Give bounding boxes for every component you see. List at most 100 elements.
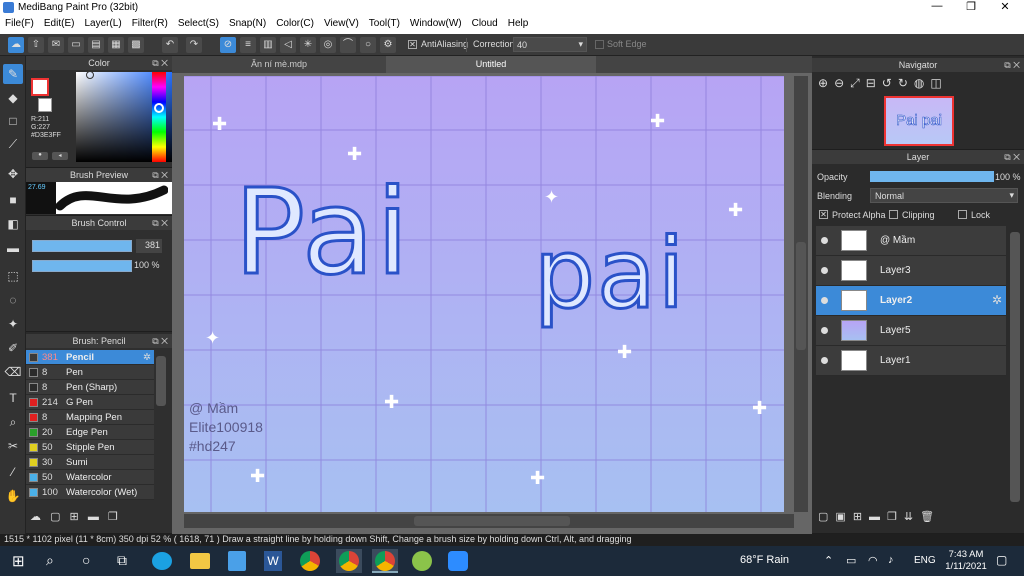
antialias-checkbox[interactable]: ✕ [408,40,417,49]
secondary-color-swatch[interactable] [38,98,52,112]
navigator-thumbnail[interactable]: Pai pai [884,96,954,146]
panel-close-icon[interactable]: ⧉ ✕ [152,334,168,348]
brush-size-value[interactable]: 381 [136,239,162,253]
task-view-icon[interactable]: ⧉ [117,552,127,569]
redo-icon[interactable]: ↷ [186,37,202,53]
horizontal-scroll-thumb[interactable] [414,516,570,526]
copy-icon[interactable]: ❐ [108,511,118,523]
add-layer-icon[interactable]: ⊞ [853,511,869,523]
circle-snap-icon[interactable]: ◎ [320,37,336,53]
brush-item-edge-pen[interactable]: 20 Edge Pen [26,425,154,440]
store-icon[interactable] [228,551,246,571]
layer-row[interactable]: @ Mầm [816,226,1006,256]
bucket-tool-icon[interactable]: ◧ [3,214,23,234]
tile-icon[interactable]: ▩ [128,37,144,53]
edge-browser-icon[interactable] [152,552,172,570]
canvas-horizontal-scrollbar[interactable] [184,514,794,528]
tab-untitled[interactable]: Untitled [386,56,596,73]
chrome-active-tab[interactable] [336,549,362,573]
eyedropper-small-button[interactable]: ◂ [52,152,68,160]
menu-help[interactable]: Help [503,16,534,29]
menu-color[interactable]: Color(C) [271,16,319,29]
cloud-brush-icon[interactable]: ☁ [30,511,41,523]
canvas-vertical-scrollbar[interactable] [794,76,808,512]
folder-icon[interactable]: ▬ [869,511,887,523]
select-eraser-tool-icon[interactable]: ⌫ [3,362,23,382]
rect-fill-tool-icon[interactable]: ■ [3,190,23,210]
word-icon[interactable]: W [264,551,282,571]
close-button[interactable]: ✕ [988,0,1022,16]
gear-icon[interactable]: ✲ [992,293,1002,307]
visibility-eye-icon[interactable] [821,237,828,244]
new-halftone-layer-icon[interactable]: ▣ [835,511,852,523]
duplicate-layer-icon[interactable]: ❐ [887,511,904,523]
menu-edit[interactable]: Edit(E) [39,16,80,29]
medibang-active-tab[interactable] [372,549,398,573]
notifications-icon[interactable]: ▢ [996,553,1007,567]
chrome-icon[interactable] [300,551,320,571]
visibility-eye-icon[interactable] [821,357,828,364]
tab-an-ni-me[interactable]: Ăn ní mè.mdp [184,56,374,73]
cloud-icon[interactable]: ☁ [8,37,24,53]
new-brush-icon[interactable]: ▢ [50,511,60,523]
comment-icon[interactable]: ✉ [48,37,64,53]
drawing-canvas[interactable]: ✚ ✚ ✚ ✦ ✚ ✦ ✚ ✚ ✚ ✚ ✚ Pai pai @ Mầm Elite100918 #h… [184,76,784,512]
magic-wand-tool-icon[interactable]: ✦ [3,314,23,334]
eyedropper-tool-icon[interactable]: ⁄ [3,462,23,482]
reset-icon[interactable]: ◍ [914,76,930,90]
menu-tool[interactable]: Tool(T) [364,16,405,29]
cortana-icon[interactable]: ○ [82,552,90,568]
radial-snap-icon[interactable]: ✳ [300,37,316,53]
line-tool-icon[interactable]: ⟋ [3,134,23,154]
vanish-snap-icon[interactable]: ◁ [280,37,296,53]
ellipse-snap-icon[interactable]: ○ [360,37,376,53]
upload-icon[interactable]: ⇧ [28,37,44,53]
panel-close-icon[interactable]: ⧉ ✕ [1004,150,1020,164]
merge-layer-icon[interactable]: ⇊ [904,511,920,523]
lasso-tool-icon[interactable]: ◌ [3,290,23,310]
app-icon[interactable] [412,551,432,571]
undo-icon[interactable]: ↶ [162,37,178,53]
delete-layer-icon[interactable]: 🗑 [920,511,941,523]
brush-item-sumi[interactable]: 30 Sumi [26,455,154,470]
parallel-snap-icon[interactable]: ≡ [240,37,256,53]
snap-off-icon[interactable]: ⊘ [220,37,236,53]
network-icon[interactable]: ▭ [846,554,856,567]
folder-icon[interactable]: ▬ [88,511,99,523]
brush-item-mapping-pen[interactable]: 8 Mapping Pen [26,410,154,425]
menu-window[interactable]: Window(W) [405,16,467,29]
wifi-icon[interactable]: ◠ [868,554,878,567]
new-layer-icon[interactable]: ▢ [818,511,835,523]
layer-row[interactable]: Layer5 [816,316,1006,346]
visibility-eye-icon[interactable] [821,267,828,274]
menu-select[interactable]: Select(S) [173,16,224,29]
layer-row-selected[interactable]: Layer2 ✲ [816,286,1006,316]
layer-row[interactable]: Layer3 [816,256,1006,286]
move-tool-icon[interactable]: ✥ [3,164,23,184]
brush-size-slider[interactable] [32,240,132,252]
eraser-tool-icon[interactable]: ◆ [3,88,23,108]
rotate-left-icon[interactable]: ↺ [882,76,898,90]
hand-tool-icon[interactable]: ✋ [3,486,23,506]
brush-tool-icon[interactable]: ✎ [3,64,23,84]
divide-tool-icon[interactable]: ✂ [3,436,23,456]
zoom-out-icon[interactable]: ⊖ [834,76,850,90]
hue-slider[interactable] [152,72,166,162]
layer-scrollbar[interactable] [1010,232,1020,502]
menu-snap[interactable]: Snap(N) [224,16,271,29]
search-icon[interactable]: ⌕ [46,552,54,569]
curve-snap-icon[interactable]: ⌒ [340,37,356,53]
shape-tool-icon[interactable]: □ [3,111,23,131]
add-brush-icon[interactable]: ⊞ [70,511,79,523]
gradient-tool-icon[interactable]: ▬ [3,238,23,258]
brush-list-scrollbar[interactable] [156,356,166,406]
blending-select[interactable]: Normal ▾ [870,188,1018,203]
visibility-eye-icon[interactable] [821,297,828,304]
flip-icon[interactable]: ◫ [930,76,947,90]
maximize-button[interactable]: ❐ [954,0,988,16]
cross-snap-icon[interactable]: ▥ [260,37,276,53]
grid-icon[interactable]: ▦ [108,37,124,53]
text-tool-icon[interactable]: T [3,388,23,408]
panel-close-icon[interactable]: ⧉ ✕ [152,168,168,182]
frame-icon[interactable]: ▭ [68,37,84,53]
